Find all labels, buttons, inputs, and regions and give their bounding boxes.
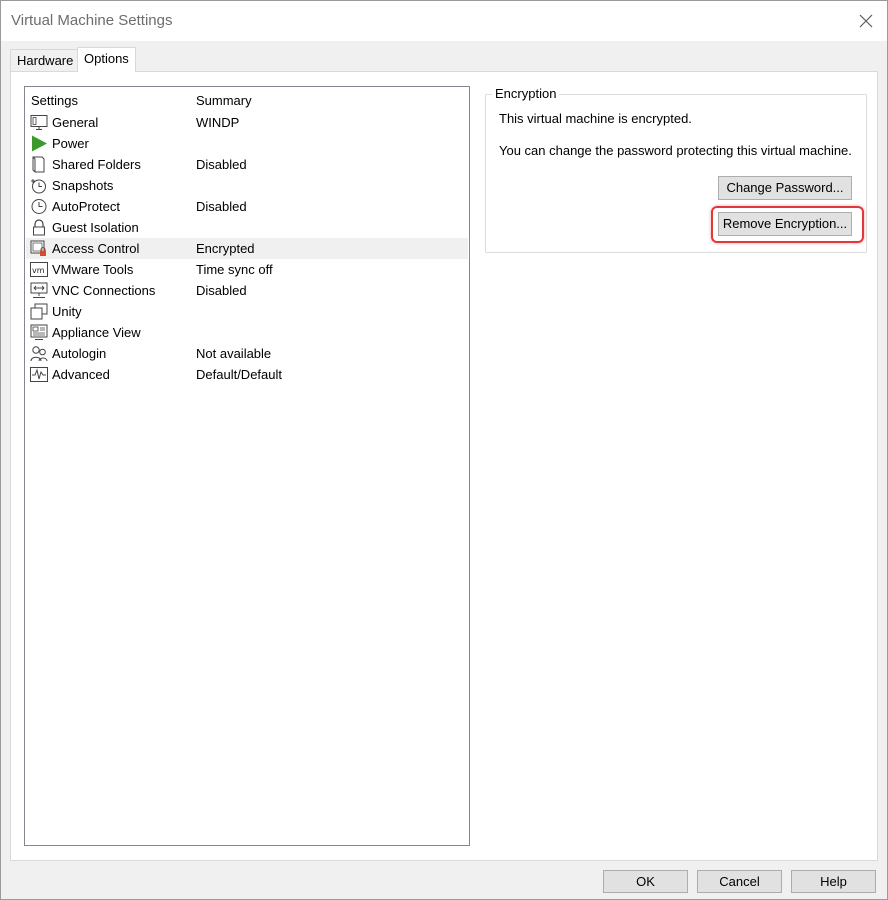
- item-summary: Disabled: [196, 157, 247, 172]
- item-summary: Encrypted: [196, 241, 255, 256]
- monitor-icon: [30, 115, 48, 130]
- item-name: Unity: [52, 304, 82, 319]
- close-button[interactable]: [851, 7, 881, 35]
- list-item-vnc-connections[interactable]: VNC Connections Disabled: [26, 280, 468, 301]
- item-summary: Not available: [196, 346, 272, 361]
- users-icon: [30, 346, 48, 362]
- pulse-icon: [30, 367, 48, 382]
- options-tab-panel: Settings Summary General WINDP Power Sha…: [10, 71, 878, 861]
- item-name: AutoProtect: [52, 199, 120, 214]
- column-header-settings: Settings: [31, 93, 78, 108]
- vm-icon: vm: [30, 262, 48, 277]
- change-password-button[interactable]: Change Password...: [718, 176, 852, 200]
- item-summary: Disabled: [196, 199, 247, 214]
- list-item-access-control[interactable]: Access Control Encrypted: [26, 238, 468, 259]
- item-summary: Disabled: [196, 283, 247, 298]
- list-item-autoprotect[interactable]: AutoProtect Disabled: [26, 196, 468, 217]
- snapshot-clock-icon: [31, 179, 46, 194]
- remove-encryption-button[interactable]: Remove Encryption...: [718, 212, 852, 236]
- item-name: Appliance View: [52, 325, 141, 340]
- encryption-info-text: You can change the password protecting t…: [499, 143, 852, 158]
- title-bar: Virtual Machine Settings: [1, 1, 887, 41]
- clock-icon: [31, 199, 47, 214]
- ok-button[interactable]: OK: [603, 870, 688, 893]
- encryption-status-text: This virtual machine is encrypted.: [499, 111, 692, 126]
- help-button[interactable]: Help: [791, 870, 876, 893]
- appliance-icon: [30, 324, 48, 340]
- list-item-general[interactable]: General WINDP: [26, 112, 468, 133]
- settings-list[interactable]: Settings Summary General WINDP Power Sha…: [24, 86, 470, 846]
- encryption-group-title: Encryption: [492, 86, 560, 101]
- column-header-summary: Summary: [196, 93, 252, 108]
- svg-text:vm: vm: [32, 266, 45, 275]
- item-name: Guest Isolation: [52, 220, 139, 235]
- item-name: General: [52, 115, 99, 130]
- window-title: Virtual Machine Settings: [11, 12, 173, 29]
- list-item-shared-folders[interactable]: Shared Folders Disabled: [26, 154, 468, 175]
- lock-icon: [33, 219, 45, 236]
- item-name: Advanced: [52, 367, 110, 382]
- play-icon: [32, 135, 47, 152]
- list-item-power[interactable]: Power: [26, 133, 468, 154]
- network-icon: [30, 282, 48, 298]
- item-name: Access Control: [52, 241, 140, 256]
- item-summary: Default/Default: [196, 367, 282, 382]
- list-item-appliance-view[interactable]: Appliance View: [26, 322, 468, 343]
- item-name: Snapshots: [52, 178, 114, 193]
- list-item-vmware-tools[interactable]: vm VMware Tools Time sync off: [26, 259, 468, 280]
- list-item-guest-isolation[interactable]: Guest Isolation: [26, 217, 468, 238]
- item-summary: Time sync off: [196, 262, 273, 277]
- close-icon: [859, 14, 873, 28]
- item-name: VNC Connections: [52, 283, 156, 298]
- tab-options[interactable]: Options: [77, 47, 136, 72]
- tab-hardware[interactable]: Hardware: [10, 49, 81, 72]
- vm-settings-dialog: Virtual Machine Settings Hardware Option…: [0, 0, 888, 900]
- access-lock-icon: [30, 240, 46, 256]
- list-item-unity[interactable]: Unity: [26, 301, 468, 322]
- encryption-group: Encryption This virtual machine is encry…: [485, 86, 867, 253]
- list-item-snapshots[interactable]: Snapshots: [26, 175, 468, 196]
- item-name: Autologin: [52, 346, 107, 361]
- item-name: VMware Tools: [52, 262, 134, 277]
- item-name: Power: [52, 136, 89, 151]
- item-name: Shared Folders: [52, 157, 141, 172]
- folder-icon: [32, 156, 45, 173]
- item-summary: WINDP: [196, 115, 240, 130]
- list-item-advanced[interactable]: Advanced Default/Default: [26, 364, 468, 385]
- list-item-autologin[interactable]: Autologin Not available: [26, 343, 468, 364]
- cancel-button[interactable]: Cancel: [697, 870, 782, 893]
- windows-icon: [30, 303, 48, 320]
